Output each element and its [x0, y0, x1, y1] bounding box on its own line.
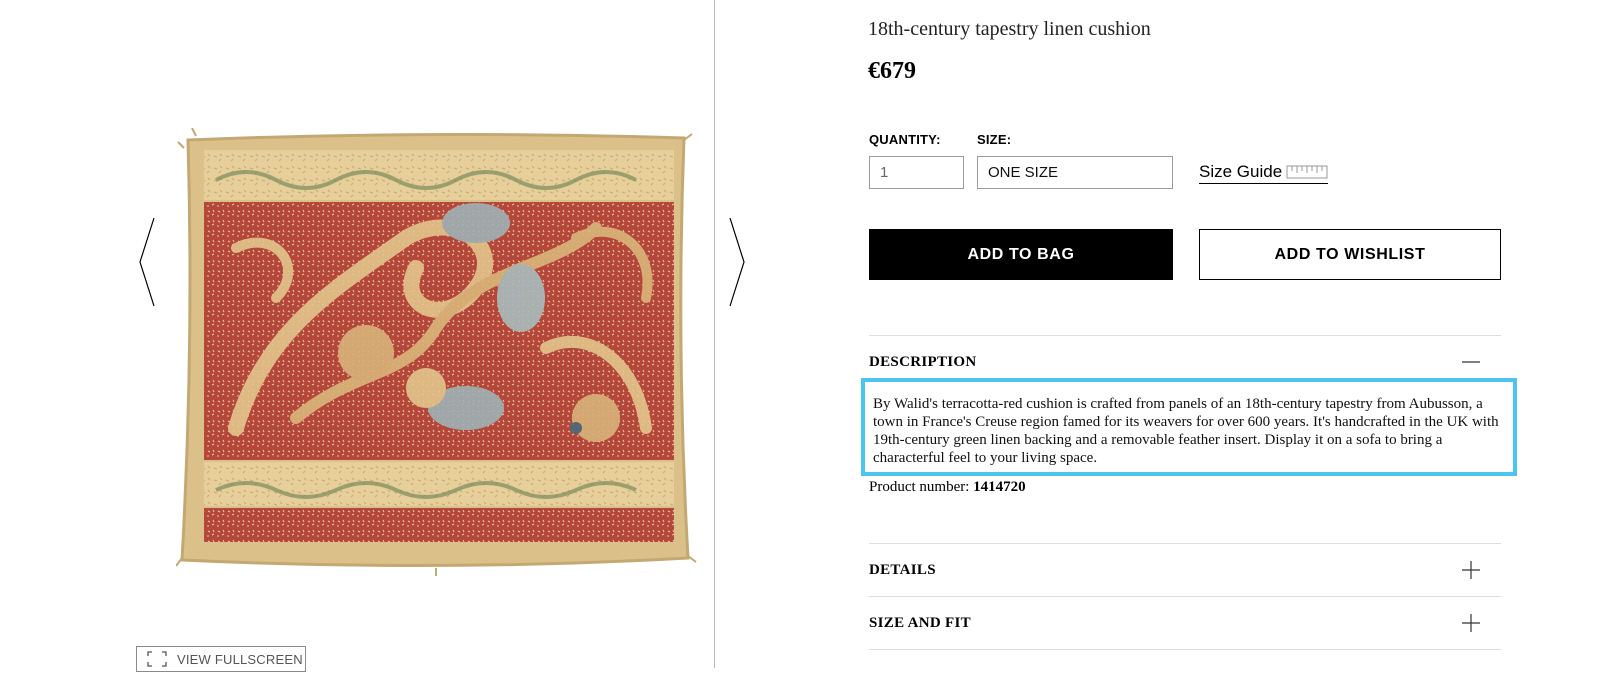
- product-price: €679: [868, 58, 916, 84]
- quantity-input[interactable]: 1: [869, 156, 964, 189]
- plus-icon: [1462, 614, 1480, 632]
- product-number-value: 1414720: [973, 479, 1026, 495]
- details-title: DETAILS: [869, 561, 936, 578]
- chevron-left-icon: [139, 217, 155, 307]
- section-divider: [869, 596, 1501, 597]
- minus-icon: [1462, 361, 1480, 363]
- size-and-fit-toggle[interactable]: SIZE AND FIT: [869, 613, 1481, 633]
- description-text: By Walid's terracotta-red cushion is cra…: [861, 378, 1517, 476]
- expand-icon: [147, 651, 167, 667]
- add-to-wishlist-button[interactable]: ADD TO WISHLIST: [1199, 229, 1501, 280]
- quantity-value: 1: [880, 164, 889, 181]
- size-select[interactable]: ONE SIZE: [977, 156, 1173, 189]
- product-image[interactable]: [175, 127, 700, 578]
- gallery-divider: [714, 0, 715, 668]
- size-guide-link[interactable]: Size Guide: [1199, 162, 1329, 184]
- plus-icon: [1462, 561, 1480, 579]
- prev-image-button[interactable]: [136, 216, 158, 308]
- product-number-label: Product number:: [869, 479, 970, 495]
- view-fullscreen-label: VIEW FULLSCREEN: [177, 651, 303, 667]
- chevron-right-icon: [729, 217, 745, 307]
- size-and-fit-title: SIZE AND FIT: [869, 614, 971, 631]
- description-toggle[interactable]: DESCRIPTION: [869, 352, 1481, 372]
- section-divider: [869, 543, 1501, 544]
- size-value: ONE SIZE: [988, 164, 1059, 181]
- view-fullscreen-button[interactable]: VIEW FULLSCREEN: [136, 646, 306, 672]
- next-image-button[interactable]: [726, 216, 748, 308]
- cushion-image: [175, 127, 697, 576]
- product-title: 18th-century tapestry linen cushion: [868, 18, 1151, 40]
- details-toggle[interactable]: DETAILS: [869, 560, 1481, 580]
- ruler-icon: [1286, 165, 1328, 179]
- description-title: DESCRIPTION: [869, 353, 977, 370]
- product-number: Product number: 1414720: [869, 479, 1026, 496]
- section-divider: [869, 335, 1501, 336]
- quantity-label: QUANTITY:: [869, 132, 941, 147]
- size-guide-label: Size Guide: [1199, 162, 1283, 181]
- add-to-bag-button[interactable]: ADD TO BAG: [869, 229, 1173, 280]
- size-label: SIZE:: [977, 132, 1012, 147]
- section-divider: [869, 649, 1501, 650]
